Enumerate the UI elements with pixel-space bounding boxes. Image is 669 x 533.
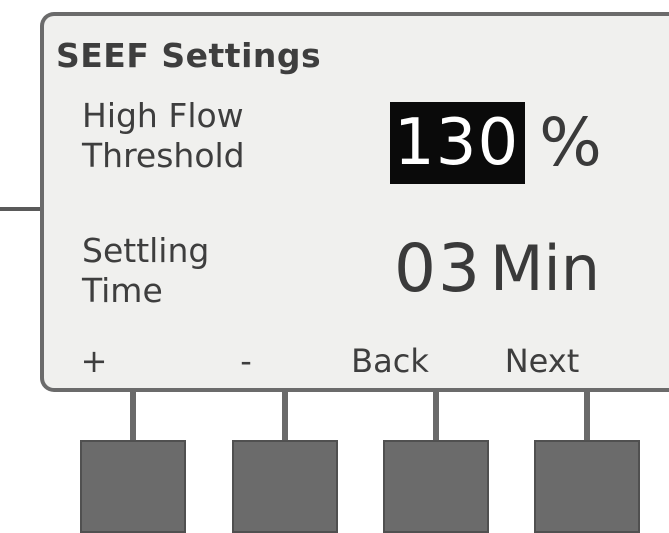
lcd-screen: SEEF Settings High Flow Threshold 130 % … xyxy=(40,12,669,392)
screen-title: SEEF Settings xyxy=(56,36,322,75)
high-flow-threshold-unit: % xyxy=(539,104,602,181)
plus-button[interactable] xyxy=(80,440,186,533)
high-flow-label-line2: Threshold xyxy=(82,136,245,175)
lcd-side-connector xyxy=(0,207,40,211)
softkey-stem-back xyxy=(433,392,439,442)
controller-panel: SEEF Settings High Flow Threshold 130 % … xyxy=(0,0,669,533)
softkey-label-plus: + xyxy=(80,342,108,380)
back-button[interactable] xyxy=(383,440,489,533)
softkey-label-back: Back xyxy=(351,342,429,380)
settling-time-unit: Min xyxy=(489,232,600,305)
high-flow-threshold-label: High Flow Threshold xyxy=(82,96,245,176)
softkey-stem-next xyxy=(584,392,590,442)
softkey-stem-plus xyxy=(130,392,136,442)
softkey-stem-minus xyxy=(282,392,288,442)
settling-time-label-line1: Settling xyxy=(82,231,210,270)
softkey-label-next: Next xyxy=(504,342,580,380)
high-flow-threshold-value[interactable]: 130 xyxy=(390,102,526,184)
minus-button[interactable] xyxy=(232,440,338,533)
softkey-label-minus: - xyxy=(240,342,252,380)
settling-time-label: Settling Time xyxy=(82,231,209,311)
settling-time-field[interactable]: 03 Min xyxy=(394,228,600,310)
settling-time-label-line2: Time xyxy=(82,271,163,310)
high-flow-label-line1: High Flow xyxy=(82,96,244,135)
next-button[interactable] xyxy=(534,440,640,533)
high-flow-threshold-field[interactable]: 130 % xyxy=(390,102,602,184)
settling-time-value[interactable]: 03 xyxy=(394,228,482,310)
